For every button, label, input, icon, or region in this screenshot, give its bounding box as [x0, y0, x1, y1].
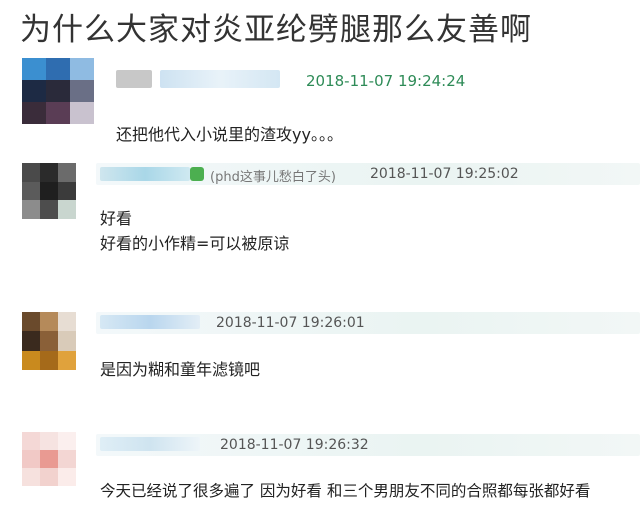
post-content: 好看 — [100, 209, 133, 228]
username-blurred[interactable] — [100, 437, 200, 451]
post-content: 今天已经说了很多遍了 因为好看 和三个男朋友不同的合照都每张都好看 — [100, 482, 591, 500]
post-timestamp: 2018-11-07 19:26:32 — [220, 437, 369, 453]
username-blurred[interactable] — [160, 70, 280, 88]
user-level-badge — [190, 167, 204, 181]
post-timestamp: 2018-11-07 19:24:24 — [306, 72, 466, 90]
post-timestamp: 2018-11-07 19:25:02 — [370, 166, 519, 182]
post-timestamp: 2018-11-07 19:26:01 — [216, 315, 365, 331]
avatar[interactable] — [22, 312, 76, 370]
user-signature: (phd这事儿愁白了头) — [210, 170, 336, 185]
post-content: 是因为糊和童年滤镜吧 — [100, 360, 261, 379]
username-blurred[interactable] — [116, 70, 152, 88]
username-blurred[interactable] — [100, 167, 190, 181]
avatar[interactable] — [22, 432, 76, 486]
avatar[interactable] — [22, 58, 94, 124]
post-content: 好看的小作精=可以被原谅 — [100, 234, 290, 253]
avatar[interactable] — [22, 163, 76, 219]
username-blurred[interactable] — [100, 315, 200, 329]
post-content: 还把他代入小说里的渣攻yy。。。 — [116, 125, 343, 144]
page-title: 为什么大家对炎亚纶劈腿那么友善啊 — [20, 12, 532, 48]
